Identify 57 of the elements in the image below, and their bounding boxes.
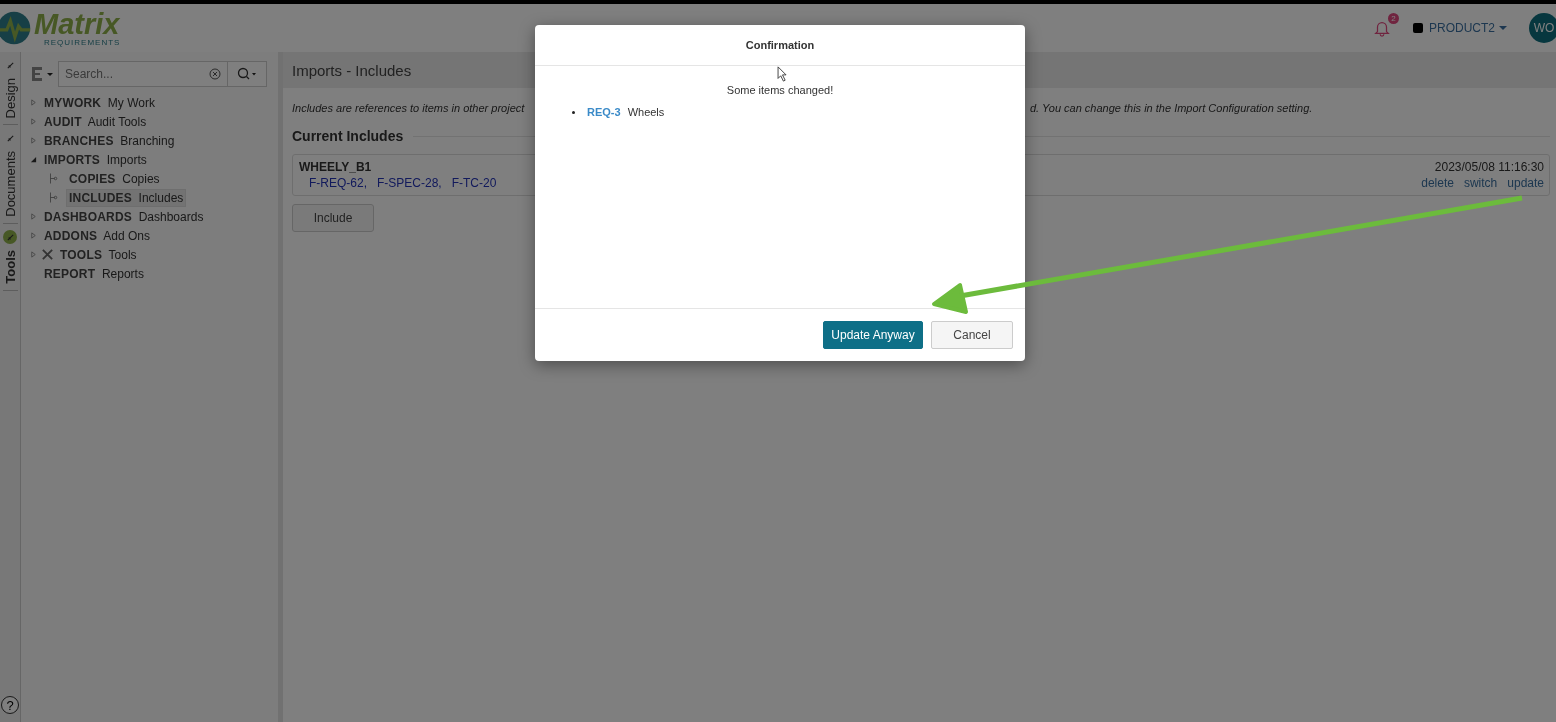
tree-item[interactable]: COPIES Copies [66, 169, 163, 188]
tree-item[interactable]: MYWORK My Work [41, 93, 158, 112]
logo-name: Matrix [34, 9, 121, 39]
expand-icon[interactable] [30, 118, 38, 125]
tree-item[interactable]: AUDIT Audit Tools [41, 112, 150, 131]
item-link[interactable]: F-SPEC-28, [377, 176, 442, 190]
action-link[interactable]: delete [1421, 176, 1454, 190]
tree-item[interactable]: BRANCHES Branching [41, 131, 178, 150]
tree-item[interactable]: INCLUDES Includes [66, 188, 187, 207]
expand-icon[interactable] [30, 213, 38, 220]
search-field[interactable]: Search... [58, 61, 228, 87]
tree-item[interactable]: IMPORTS Imports [41, 150, 150, 169]
logo-subtitle: REQUIREMENTS [44, 38, 121, 47]
expand-icon[interactable] [30, 156, 38, 163]
branch-icon [48, 191, 58, 204]
expand-icon[interactable] [30, 251, 38, 258]
update-button[interactable]: Update Anyway [823, 321, 923, 349]
logo-icon [0, 10, 32, 46]
notification-badge: 2 [1388, 13, 1399, 24]
include-name: WHEELY_B1 [299, 160, 373, 174]
description-text: Includes are references to items in other project [292, 102, 525, 114]
include-button[interactable]: Include [292, 204, 374, 232]
page-title: Imports - Includes [292, 61, 412, 79]
cancel-button[interactable]: Cancel [931, 321, 1013, 349]
tree-item[interactable]: REPORT Reports [41, 264, 147, 283]
clear-icon[interactable] [209, 68, 221, 80]
tree-item[interactable]: TOOLS Tools [57, 245, 140, 264]
bell-icon[interactable] [1373, 19, 1391, 37]
side-tab[interactable]: Documents [2, 145, 18, 224]
tree-item[interactable]: DASHBOARDS Dashboards [41, 207, 207, 226]
side-tab[interactable]: Design [2, 72, 18, 125]
branch-icon [48, 172, 58, 185]
search-icon[interactable] [236, 67, 258, 81]
item-link[interactable]: REQ-3 [587, 106, 621, 118]
expand-icon[interactable] [30, 137, 38, 144]
help-button[interactable]: ? [1, 696, 19, 714]
dialog-title: Confirmation [745, 39, 815, 51]
tree-item[interactable]: ADDONS Add Ons [41, 226, 153, 245]
action-link[interactable]: update [1507, 176, 1544, 190]
item-title: Wheels [627, 106, 665, 118]
action-link[interactable]: switch [1463, 176, 1498, 190]
cursor-icon [777, 66, 788, 82]
project-dropdown[interactable]: PRODUCT2 [1413, 21, 1507, 35]
tree-view-icon[interactable] [30, 66, 54, 82]
user-avatar[interactable]: WO [1529, 13, 1556, 43]
dialog-message: Some items changed! [726, 84, 834, 96]
item-link[interactable]: F-TC-20 [451, 176, 497, 190]
item-link[interactable]: F-REQ-62, [309, 176, 367, 190]
expand-icon[interactable] [30, 232, 38, 239]
expand-icon[interactable] [30, 99, 38, 106]
include-date: 2023/05/08 11:16:30 [1434, 160, 1544, 174]
tab-icon [3, 230, 17, 245]
search-button[interactable] [227, 61, 267, 87]
description-text: d. You can change this in the Import Configuration setting. [1030, 102, 1313, 114]
tools-icon [41, 248, 54, 261]
section-heading: Current Includes [292, 128, 404, 144]
side-tab[interactable]: Tools [2, 244, 18, 290]
